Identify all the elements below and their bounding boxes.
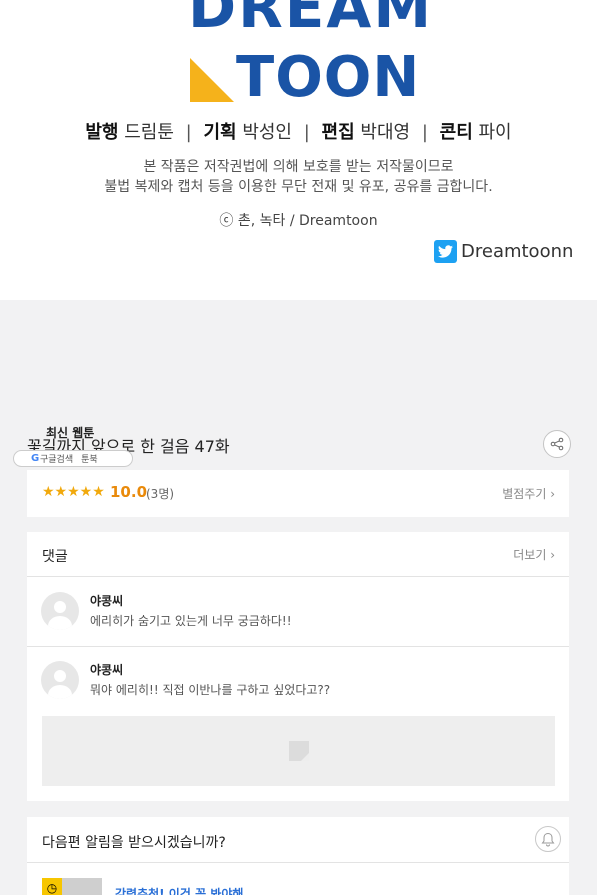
comment-text: 에리히가 숨기고 있는게 너무 궁금하다!! xyxy=(90,614,292,628)
copyright-line: ⓒ 촌, 녹타 / Dreamtoon xyxy=(219,213,378,229)
credit-separator: | xyxy=(421,122,428,143)
colophon: DREAM TOON 발행 드림툰 | 기획 박성인 | 편집 박대영 | 콘티… xyxy=(0,0,597,300)
credit-separator: | xyxy=(303,122,310,143)
clock-icon: ◷ xyxy=(42,878,62,895)
notice-line-2: 불법 복제와 캡처 등을 이용한 무단 전재 및 유포, 공유를 금합니다. xyxy=(104,179,493,195)
notify-question: 다음편 알림을 받으시겠습니까? xyxy=(42,835,226,851)
avatar xyxy=(41,592,79,630)
twitter-handle: Dreamtoonn xyxy=(461,241,574,262)
bell-button[interactable] xyxy=(535,826,561,852)
floating-latest-label[interactable]: 최신 웹툰 xyxy=(46,424,94,441)
floating-badge[interactable]: G 구글검색 툰북 xyxy=(13,450,133,467)
credits: 발행 드림툰 | 기획 박성인 | 편집 박대영 | 콘티 파이 xyxy=(0,118,597,144)
divider xyxy=(27,862,569,863)
logo-triangle-icon xyxy=(190,58,234,102)
logo-text-toon: TOON xyxy=(236,45,421,110)
rating-score: 10.0 xyxy=(110,483,148,501)
dreamtoon-logo: DREAM TOON xyxy=(188,0,431,106)
avatar xyxy=(41,661,79,699)
share-button[interactable] xyxy=(543,430,571,458)
logo-text-dream: DREAM xyxy=(188,0,434,41)
ad-placeholder[interactable] xyxy=(42,716,555,786)
comment-text: 뭐야 에리히!! 직접 이반나를 구하고 싶었다고?? xyxy=(90,683,331,697)
rating-count: (3명) xyxy=(146,487,175,501)
star-rating-icon: ★★★★★ xyxy=(42,484,105,500)
notify-card: 다음편 알림을 받으시겠습니까? ◷ 강력추천! 이건 꼭 봐야해 xyxy=(27,817,569,895)
comment-user: 야콩씨 xyxy=(90,663,124,677)
notice-line-1: 본 작품은 저작권법에 의해 보호를 받는 저작물이므로 xyxy=(143,159,454,175)
rate-button[interactable]: 별점주기 › xyxy=(502,485,555,502)
image-placeholder-icon xyxy=(289,741,309,761)
rating-card: ★★★★★ 10.0 (3명) 별점주기 › xyxy=(27,470,569,517)
twitter-link[interactable]: Dreamtoonn xyxy=(434,240,573,263)
credit-role-conti: 콘티 xyxy=(439,122,473,143)
share-icon xyxy=(550,437,564,451)
bell-icon xyxy=(541,832,555,846)
twitter-bird-icon xyxy=(434,240,457,263)
comments-card: 댓글 더보기 › 야콩씨 에리히가 숨기고 있는게 너무 궁금하다!! 야콩씨 … xyxy=(27,532,569,801)
credit-name-editor: 박대영 xyxy=(360,122,411,143)
floating-badge-google-search[interactable]: 구글검색 xyxy=(40,452,73,465)
credit-role-publisher: 발행 xyxy=(85,122,119,143)
promo-thumbnail[interactable]: ◷ xyxy=(42,878,102,895)
credit-separator: | xyxy=(185,122,192,143)
promo-link[interactable]: 강력추천! 이건 꼭 봐야해 xyxy=(115,885,243,895)
comment-user: 야콩씨 xyxy=(90,594,124,608)
credit-role-editor: 편집 xyxy=(321,122,355,143)
comment-item: 야콩씨 뭐야 에리히!! 직접 이반나를 구하고 싶었다고?? xyxy=(27,647,569,716)
floating-badge-toonbook[interactable]: 툰북 xyxy=(81,452,98,465)
google-icon: G xyxy=(31,453,40,464)
promo-image xyxy=(62,878,102,895)
credit-name-conti: 파이 xyxy=(478,122,512,143)
comments-header: 댓글 더보기 › xyxy=(27,532,569,577)
copyright-notice: 본 작품은 저작권법에 의해 보호를 받는 저작물이므로 불법 복제와 캡처 등… xyxy=(0,157,597,197)
comments-more-button[interactable]: 더보기 › xyxy=(513,546,555,563)
comments-title: 댓글 xyxy=(42,549,68,565)
credit-role-planning: 기획 xyxy=(203,122,237,143)
comment-item: 야콩씨 에리히가 숨기고 있는게 너무 궁금하다!! xyxy=(27,578,569,647)
credit-name-publisher: 드림툰 xyxy=(124,122,174,143)
credit-name-planning: 박성인 xyxy=(242,122,292,143)
